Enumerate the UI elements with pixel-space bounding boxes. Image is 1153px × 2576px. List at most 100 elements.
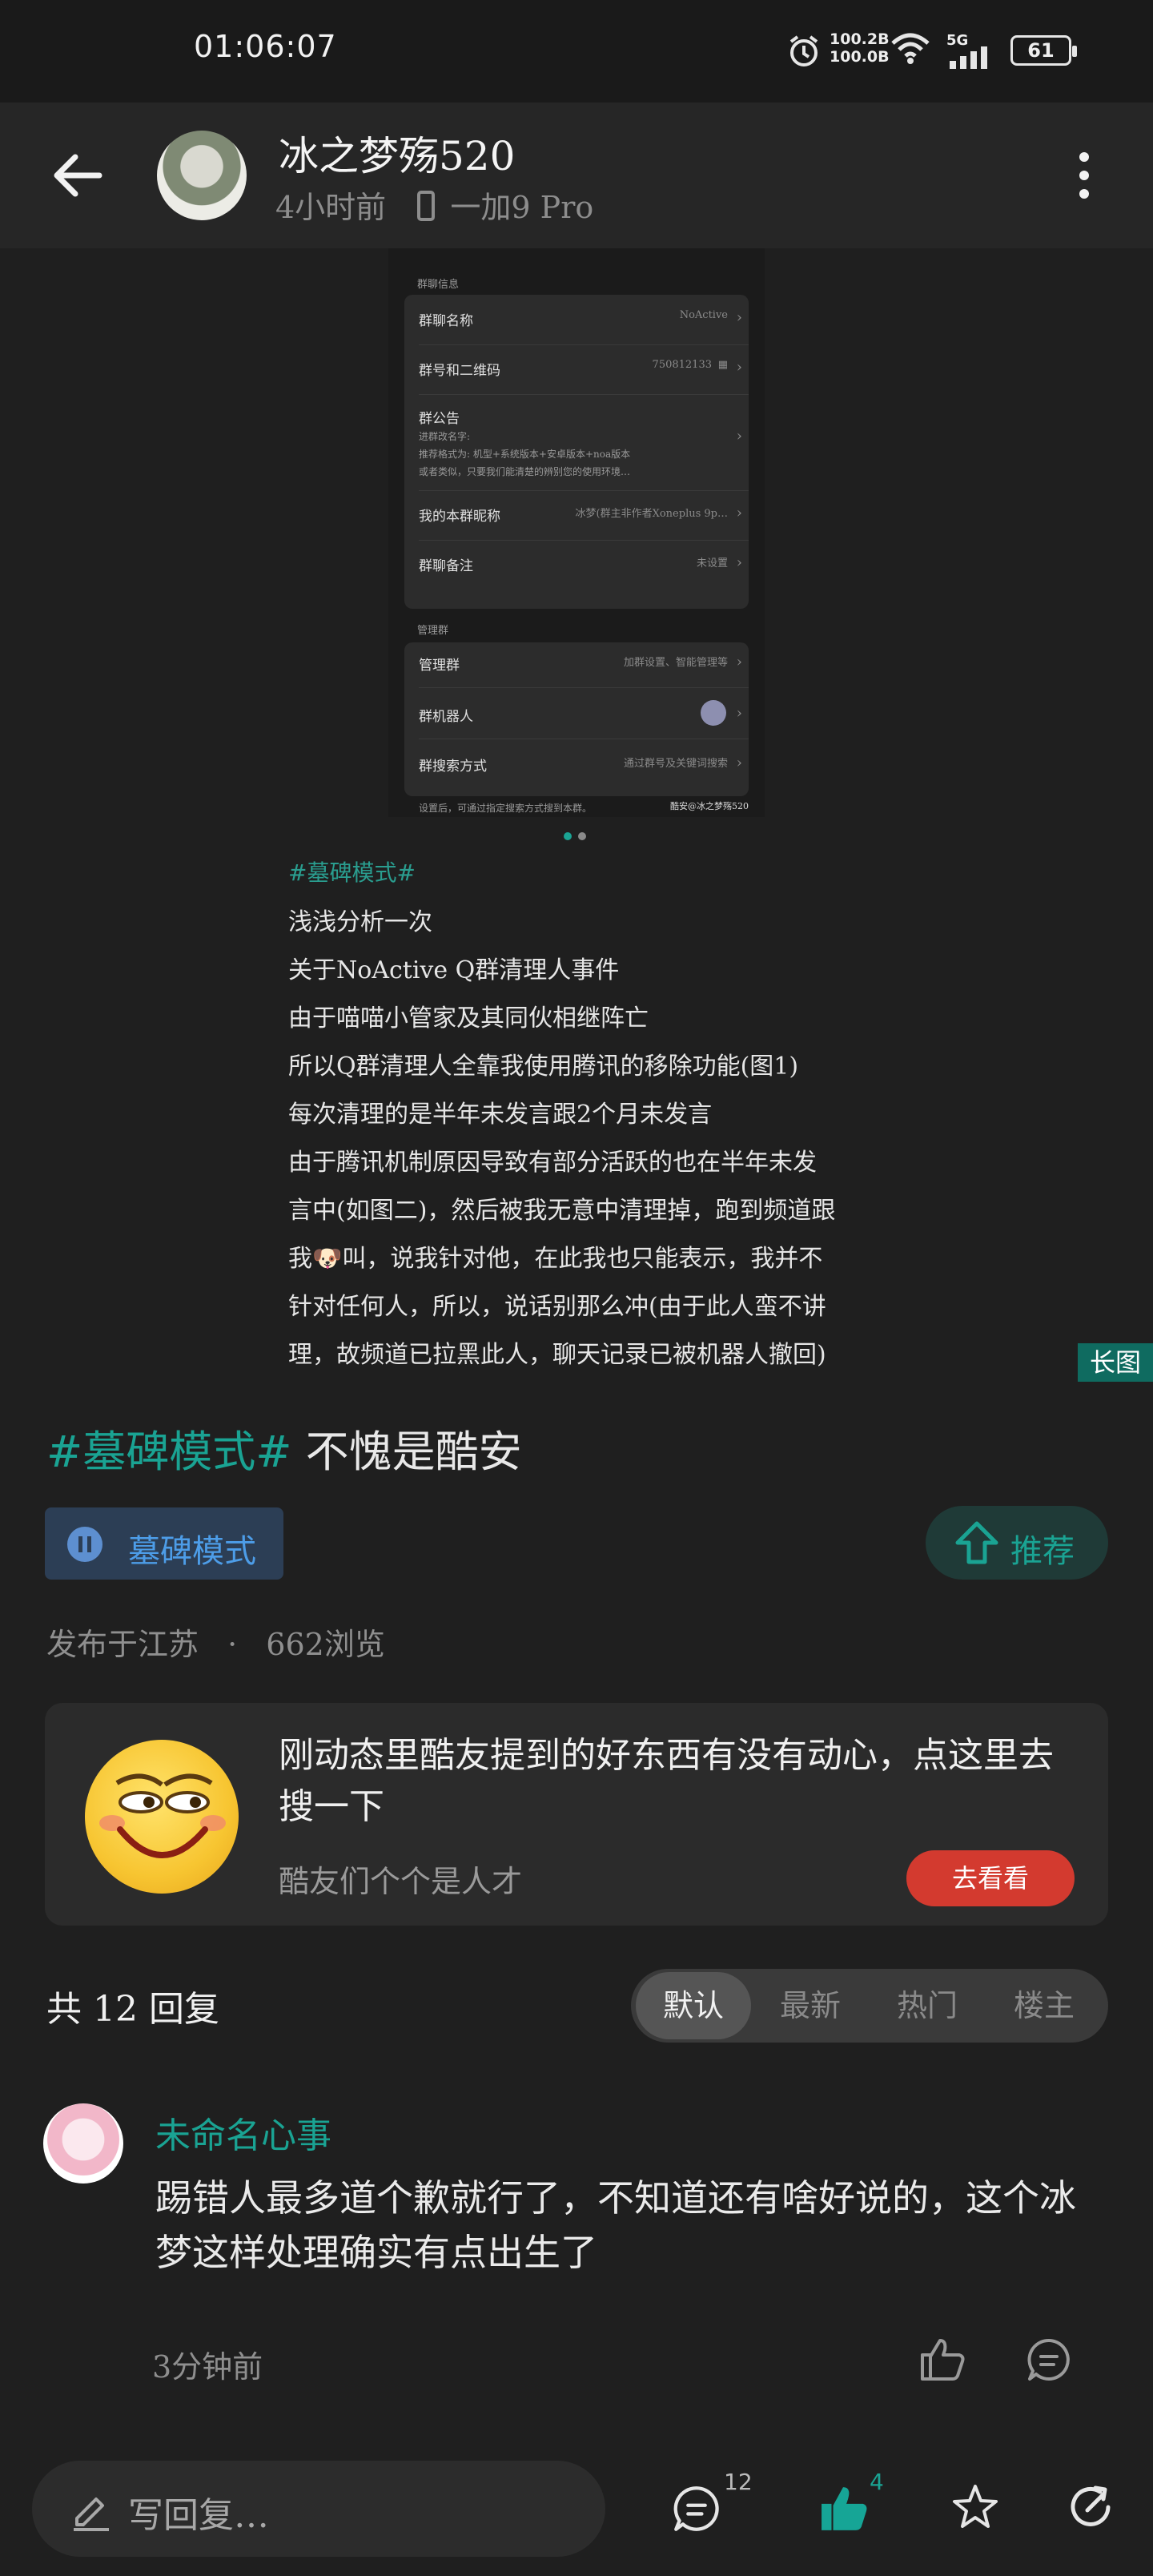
group-row-notice: 群公告 › (404, 407, 749, 445)
divider (419, 490, 749, 491)
divider (419, 394, 749, 395)
like-filled-icon[interactable] (820, 2483, 868, 2533)
notice-line: 或者类似，只要我们能清楚的辨别您的使用环境… (419, 466, 631, 477)
comment-count-badge: 12 (724, 2469, 753, 2495)
title-tag[interactable]: #墓碑模式# (46, 1427, 292, 1477)
post-image[interactable]: 群聊信息 群聊名称 NoActive › 群号和二维码 750812133 ▦ … (388, 248, 765, 817)
go-see-button[interactable]: 去看看 (906, 1850, 1075, 1906)
like-count-badge: 4 (870, 2469, 884, 2495)
row-value: 未设置 (696, 557, 728, 570)
chevron-right-icon: › (736, 554, 742, 571)
post-line: 浅浅分析一次 (288, 908, 432, 936)
promo-title: 刚动态里酷友提到的好东西有没有动心，点这里去搜一下 (279, 1735, 1054, 1827)
sort-default[interactable]: 默认 (636, 1972, 751, 2039)
views: 662浏览 (266, 1627, 385, 1662)
group-row-nickname: 我的本群昵称 冰梦(群主非作者Xoneplus 9p… › (404, 505, 749, 525)
chevron-right-icon: › (736, 359, 742, 376)
comment-time: 3分钟前 (152, 2349, 263, 2385)
group-info-card: 群聊名称 NoActive › 群号和二维码 750812133 ▦ › 群公告… (404, 295, 749, 609)
device-name: 一加9 Pro (450, 190, 594, 225)
post-line: 关于NoActive Q群清理人事件 (288, 956, 620, 984)
post-line: 言中(如图二)，然后被我无意中清理掉，跑到频道跟 (288, 1197, 836, 1225)
post-location-views: 发布于江苏 · 662浏览 (46, 1620, 385, 1664)
share-icon[interactable] (1068, 2483, 1116, 2531)
page-dot[interactable] (578, 832, 586, 840)
net-down: 100.0B (830, 48, 890, 66)
battery-indicator: 61 (1010, 35, 1077, 66)
row-label: 管理群 (419, 658, 460, 674)
commenter-name[interactable]: 未命名心事 (155, 2107, 331, 2158)
footer-note: 设置后，可通过指定搜索方式搜到本群。 (419, 803, 593, 814)
manage-row: 管理群 加群设置、智能管理等 › (404, 654, 749, 674)
search-method-row: 群搜索方式 通过群号及关键词搜索 › (404, 755, 749, 775)
section-label: 管理群 (417, 625, 449, 637)
recommend-label: 推荐 (1010, 1533, 1075, 1570)
sort-op[interactable]: 楼主 (986, 1972, 1102, 2039)
row-label: 群号和二维码 (419, 363, 500, 379)
post-line: 由于喵喵小管家及其同伙相继阵亡 (288, 1004, 649, 1032)
robot-icon (701, 700, 726, 726)
topic-chip-label: 墓碑模式 (128, 1533, 256, 1570)
comments-icon[interactable] (673, 2485, 721, 2533)
post-tag[interactable]: #墓碑模式# (288, 855, 416, 888)
post-line: 所以Q群清理人全靠我使用腾讯的移除功能(图1) (288, 1053, 799, 1081)
comment-text[interactable]: 踢错人最多道个歉就行了，不知道还有啥好说的，这个冰梦这样处理确实有点出生了 (155, 2171, 1100, 2280)
net-up: 100.2B (830, 30, 890, 48)
notice-line: 推荐格式为: 机型+系统版本+安卓版本+noa版本 (419, 449, 631, 460)
row-value: 冰梦(群主非作者Xoneplus 9p… (575, 508, 728, 520)
signal-icon (950, 46, 987, 69)
divider (419, 540, 749, 541)
star-icon[interactable] (951, 2483, 999, 2531)
group-row-name: 群聊名称 NoActive › (404, 309, 749, 329)
net-speed: 100.2B 100.0B (830, 30, 890, 66)
post-line: 针对任何人，所以，说话别那么冲(由于此人蛮不讲 (288, 1293, 826, 1321)
page-dot-active[interactable] (564, 832, 572, 840)
pencil-icon (74, 2498, 109, 2531)
manage-card: 管理群 加群设置、智能管理等 › 群机器人 › 群搜索方式 通过群号及关键词搜索… (404, 642, 749, 796)
row-label: 群搜索方式 (419, 759, 487, 775)
row-value: 750812133 (652, 359, 712, 371)
post-time: 4小时前 (275, 190, 387, 225)
reply-input[interactable] (32, 2461, 605, 2557)
row-label: 我的本群昵称 (419, 509, 500, 525)
watermark: 酷安@冰之梦殇520 (670, 801, 749, 811)
pause-icon (67, 1527, 102, 1562)
reply-placeholder: 写回复… (128, 2495, 269, 2536)
promo-subtitle: 酷友们个个是人才 (279, 1864, 523, 1899)
smirk-emoji-icon (85, 1740, 239, 1894)
divider (419, 687, 749, 688)
chevron-right-icon: › (736, 428, 742, 445)
author-name[interactable]: 冰之梦殇520 (279, 124, 515, 182)
dot-separator: · (227, 1627, 238, 1662)
row-label: 群聊名称 (419, 313, 473, 329)
row-value: 加群设置、智能管理等 (623, 657, 728, 669)
group-row-remark: 群聊备注 未设置 › (404, 554, 749, 574)
post-line: 每次清理的是半年未发言跟2个月未发言 (288, 1101, 713, 1129)
chevron-right-icon: › (736, 505, 742, 521)
long-image-badge[interactable]: 长图 (1078, 1343, 1153, 1382)
reply-count: 共 12 回复 (46, 1989, 219, 2030)
divider (419, 344, 749, 345)
post-line: 理，故频道已拉黑此人，聊天记录已被机器人撤回) (288, 1341, 826, 1369)
row-label: 群聊备注 (419, 558, 473, 574)
chevron-right-icon: › (736, 705, 742, 722)
row-value: 通过群号及关键词搜索 (623, 758, 728, 770)
notice-text: 进群改名字: 推荐格式为: 机型+系统版本+安卓版本+noa版本 或者类似，只要… (419, 428, 630, 481)
sort-hot[interactable]: 热门 (870, 1972, 985, 2039)
section-label: 群聊信息 (417, 279, 460, 291)
qr-code-icon: ▦ (717, 359, 728, 371)
alarm-icon (789, 35, 818, 66)
back-arrow-icon[interactable] (51, 149, 104, 202)
post-line: 由于腾讯机制原因导致有部分活跃的也在半年未发 (288, 1149, 817, 1177)
row-label: 群公告 (419, 411, 460, 427)
chevron-right-icon: › (736, 755, 742, 771)
chevron-right-icon: › (736, 309, 742, 326)
sort-latest[interactable]: 最新 (753, 1972, 868, 2039)
more-menu-icon[interactable] (1070, 149, 1099, 202)
thumbs-up-icon[interactable] (919, 2336, 966, 2382)
author-avatar[interactable] (157, 131, 247, 220)
commenter-avatar[interactable] (43, 2103, 123, 2184)
phone-icon (417, 191, 436, 221)
title-text: 不愧是酷安 (305, 1427, 522, 1477)
reply-bubble-icon[interactable] (1026, 2337, 1071, 2382)
